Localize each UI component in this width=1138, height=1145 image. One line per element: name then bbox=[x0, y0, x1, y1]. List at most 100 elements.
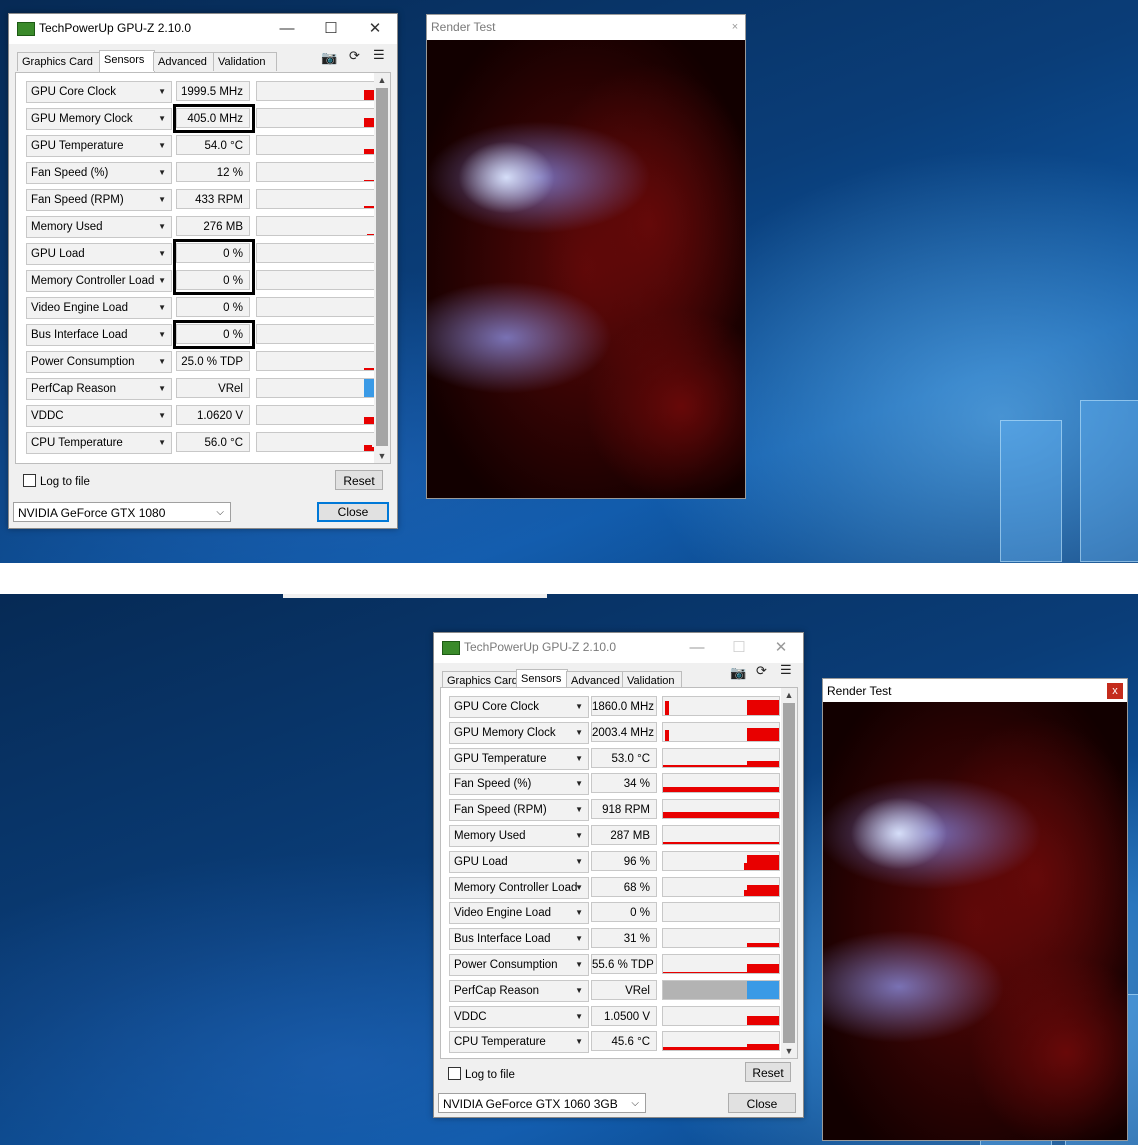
sensor-graph bbox=[256, 243, 380, 263]
close-icon[interactable]: ✕ bbox=[353, 14, 397, 44]
sensor-name-dropdown[interactable]: CPU Temperature ▼ bbox=[26, 432, 172, 454]
sensor-name-dropdown[interactable]: GPU Core Clock ▼ bbox=[449, 696, 589, 718]
scroll-up-icon[interactable]: ▲ bbox=[374, 73, 390, 87]
camera-icon[interactable]: 📷 bbox=[321, 50, 337, 66]
log-to-file-checkbox[interactable]: Log to file bbox=[448, 1067, 515, 1081]
maximize-icon[interactable]: ☐ bbox=[309, 14, 353, 44]
close-icon[interactable]: ✕ bbox=[759, 633, 803, 663]
sensor-graph bbox=[256, 432, 380, 452]
sensor-graph bbox=[256, 81, 380, 101]
dropdown-arrow-icon: ▼ bbox=[575, 856, 583, 866]
sensor-name-dropdown[interactable]: VDDC ▼ bbox=[26, 405, 172, 427]
divider-strip bbox=[0, 563, 1138, 594]
sensor-name-dropdown[interactable]: GPU Memory Clock ▼ bbox=[449, 721, 589, 744]
render-canvas bbox=[427, 40, 745, 498]
gpuz-window: TechPowerUp GPU-Z 2.10.0 — ☐ ✕ Graphics … bbox=[433, 632, 804, 1118]
graph-bar bbox=[663, 811, 779, 819]
sensor-name-label: GPU Load bbox=[31, 248, 85, 260]
dropdown-arrow-icon: ▼ bbox=[575, 934, 583, 944]
sensor-name-dropdown[interactable]: Memory Used ▼ bbox=[26, 216, 172, 238]
refresh-icon[interactable]: ⟳ bbox=[349, 48, 360, 64]
sensor-name-dropdown[interactable]: Video Engine Load ▼ bbox=[26, 297, 172, 319]
scroll-down-icon[interactable]: ▼ bbox=[781, 1044, 797, 1058]
reset-button[interactable]: Reset bbox=[745, 1062, 791, 1082]
sensors-panel: GPU Core Clock ▼ 1860.0 MHz GPU Memory Cloc… bbox=[440, 687, 798, 1059]
sensor-name-dropdown[interactable]: GPU Temperature ▼ bbox=[26, 135, 172, 157]
dropdown-arrow-icon: ▼ bbox=[158, 303, 166, 312]
tab-graphics-card[interactable]: Graphics Card bbox=[17, 52, 101, 71]
sensor-name-dropdown[interactable]: Power Consumption ▼ bbox=[449, 954, 589, 976]
graph-bar bbox=[663, 841, 779, 844]
sensor-name-label: Fan Speed (%) bbox=[454, 778, 532, 791]
checkbox-box[interactable] bbox=[23, 474, 36, 487]
close-icon[interactable]: × bbox=[727, 19, 743, 35]
sensor-name-dropdown[interactable]: GPU Memory Clock ▼ bbox=[26, 108, 172, 130]
highlight-box bbox=[173, 320, 255, 349]
close-icon[interactable]: x bbox=[1107, 683, 1123, 699]
sensor-graph bbox=[662, 850, 780, 871]
sensor-name-dropdown[interactable]: CPU Temperature ▼ bbox=[449, 1031, 589, 1054]
dropdown-arrow-icon: ▼ bbox=[158, 411, 166, 420]
sensor-name-dropdown[interactable]: Power Consumption ▼ bbox=[26, 351, 172, 373]
log-to-file-checkbox[interactable]: Log to file bbox=[23, 474, 90, 488]
close-button[interactable]: Close bbox=[317, 502, 389, 522]
close-button[interactable]: Close bbox=[728, 1093, 796, 1113]
sensor-name-dropdown[interactable]: Fan Speed (%) ▼ bbox=[449, 773, 589, 796]
highlight-box bbox=[173, 239, 255, 295]
sensor-name-dropdown[interactable]: PerfCap Reason ▼ bbox=[449, 979, 589, 1002]
menu-icon[interactable]: ☰ bbox=[373, 47, 385, 63]
sensor-name-dropdown[interactable]: Bus Interface Load ▼ bbox=[26, 324, 172, 346]
menu-icon[interactable]: ☰ bbox=[780, 662, 792, 678]
sensor-name-dropdown[interactable]: GPU Temperature ▼ bbox=[449, 747, 589, 770]
dropdown-arrow-icon: ▼ bbox=[158, 195, 166, 204]
sensor-value: 34 % bbox=[591, 773, 657, 794]
tab-validation[interactable]: Validation bbox=[213, 52, 277, 71]
sensor-value: 1.0620 V bbox=[176, 405, 250, 425]
sensor-name-dropdown[interactable]: Memory Controller Load ▼ bbox=[26, 270, 172, 292]
sensor-name-dropdown[interactable]: GPU Load ▼ bbox=[26, 243, 172, 265]
minimize-icon[interactable]: — bbox=[675, 633, 719, 663]
sensor-value: 96 % bbox=[591, 850, 657, 871]
sensor-name-dropdown[interactable]: Memory Controller Load ▼ bbox=[449, 876, 589, 899]
sensor-name-label: Power Consumption bbox=[454, 959, 558, 971]
sensor-graph bbox=[256, 162, 380, 182]
scroll-up-icon[interactable]: ▲ bbox=[781, 688, 797, 702]
minimize-icon[interactable]: — bbox=[265, 14, 309, 44]
scroll-down-icon[interactable]: ▼ bbox=[374, 449, 390, 463]
maximize-icon[interactable]: ☐ bbox=[717, 633, 761, 663]
tab-sensors[interactable]: Sensors bbox=[99, 50, 155, 72]
tab-advanced[interactable]: Advanced bbox=[153, 52, 215, 71]
window-title: TechPowerUp GPU-Z 2.10.0 bbox=[39, 21, 192, 35]
gpu-select[interactable]: NVIDIA GeForce GTX 1060 3GB ⌵ bbox=[438, 1093, 646, 1113]
camera-icon[interactable]: 📷 bbox=[730, 665, 746, 681]
sensor-name-dropdown[interactable]: Fan Speed (%) ▼ bbox=[26, 162, 172, 184]
sensor-name-label: VDDC bbox=[454, 1010, 487, 1023]
sensor-name-dropdown[interactable]: GPU Load ▼ bbox=[449, 850, 589, 873]
sensor-name-dropdown[interactable]: GPU Core Clock ▼ bbox=[26, 81, 172, 103]
graph-bar bbox=[364, 444, 372, 451]
graph-bar bbox=[663, 765, 779, 767]
sensor-name-dropdown[interactable]: Fan Speed (RPM) ▼ bbox=[449, 799, 589, 822]
sensor-name-dropdown[interactable]: Bus Interface Load ▼ bbox=[449, 928, 589, 951]
dropdown-arrow-icon: ▼ bbox=[575, 960, 583, 969]
graph-bar bbox=[663, 980, 747, 999]
scrollbar-thumb[interactable] bbox=[783, 703, 795, 1043]
reset-button[interactable]: Reset bbox=[335, 470, 383, 490]
refresh-icon[interactable]: ⟳ bbox=[756, 663, 767, 679]
sensor-name-dropdown[interactable]: VDDC ▼ bbox=[449, 1005, 589, 1028]
checkbox-box[interactable] bbox=[448, 1067, 461, 1080]
sensor-value: 433 RPM bbox=[176, 189, 250, 209]
sensor-name-dropdown[interactable]: Fan Speed (RPM) ▼ bbox=[26, 189, 172, 211]
sensors-scrollbar[interactable]: ▲ ▼ bbox=[374, 73, 390, 463]
gpuz-titlebar: TechPowerUp GPU-Z 2.10.0 — ☐ ✕ bbox=[434, 633, 803, 663]
gpu-select[interactable]: NVIDIA GeForce GTX 1080 ⌵ bbox=[13, 502, 231, 522]
graph-bar bbox=[746, 884, 779, 896]
scrollbar-thumb[interactable] bbox=[376, 88, 388, 446]
sensor-name-dropdown[interactable]: Memory Used ▼ bbox=[449, 825, 589, 847]
sensor-name-dropdown[interactable]: PerfCap Reason ▼ bbox=[26, 378, 172, 400]
sensors-scrollbar[interactable]: ▲ ▼ bbox=[781, 688, 797, 1058]
sensor-name-dropdown[interactable]: Video Engine Load ▼ bbox=[449, 902, 589, 925]
sensor-name-label: GPU Temperature bbox=[454, 752, 547, 765]
gpu-select-value: NVIDIA GeForce GTX 1080 bbox=[18, 506, 166, 520]
divider-line bbox=[283, 594, 547, 598]
